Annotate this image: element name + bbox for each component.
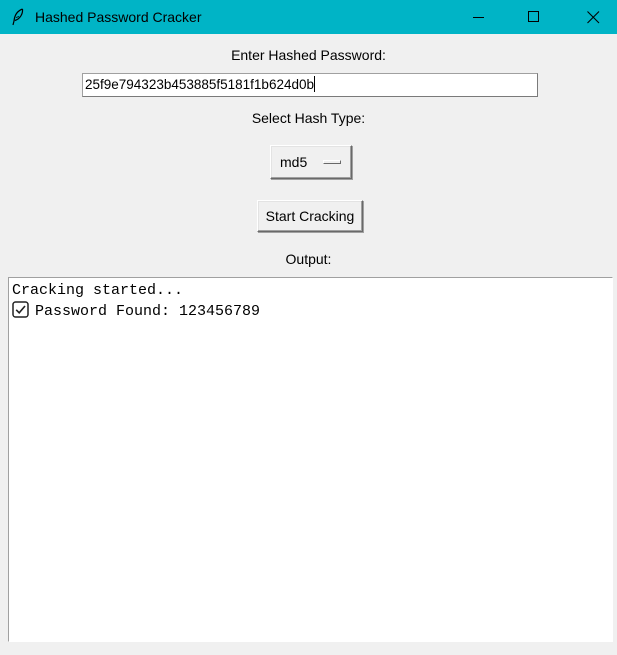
hash-label: Enter Hashed Password: <box>231 47 386 63</box>
output-textbox[interactable]: Cracking started... Password Found: 1234… <box>8 277 613 642</box>
text-caret <box>314 76 315 92</box>
hash-input[interactable]: 25f9e794323b453885f5181f1b624d0b <box>82 73 538 97</box>
start-cracking-button[interactable]: Start Cracking <box>257 200 363 232</box>
close-button[interactable] <box>570 0 616 34</box>
output-line: Password Found: 123456789 <box>12 301 609 321</box>
title-bar[interactable]: Hashed Password Cracker <box>0 0 617 34</box>
hash-type-menubutton[interactable]: md5 <box>270 145 352 179</box>
output-label: Output: <box>285 251 332 267</box>
window-title: Hashed Password Cracker <box>35 9 202 25</box>
minimize-icon <box>473 17 484 18</box>
close-icon <box>586 10 599 23</box>
maximize-icon <box>528 11 539 22</box>
hash-type-selected: md5 <box>280 154 308 170</box>
output-line: Cracking started... <box>12 282 184 299</box>
feather-icon <box>11 8 25 26</box>
hash-input-value: 25f9e794323b453885f5181f1b624d0b <box>85 77 314 92</box>
hash-type-label: Select Hash Type: <box>251 110 366 126</box>
maximize-button[interactable] <box>511 0 557 34</box>
checkbox-checked-icon <box>12 301 29 318</box>
menu-indicator-icon <box>323 160 341 164</box>
minimize-button[interactable] <box>456 0 502 34</box>
